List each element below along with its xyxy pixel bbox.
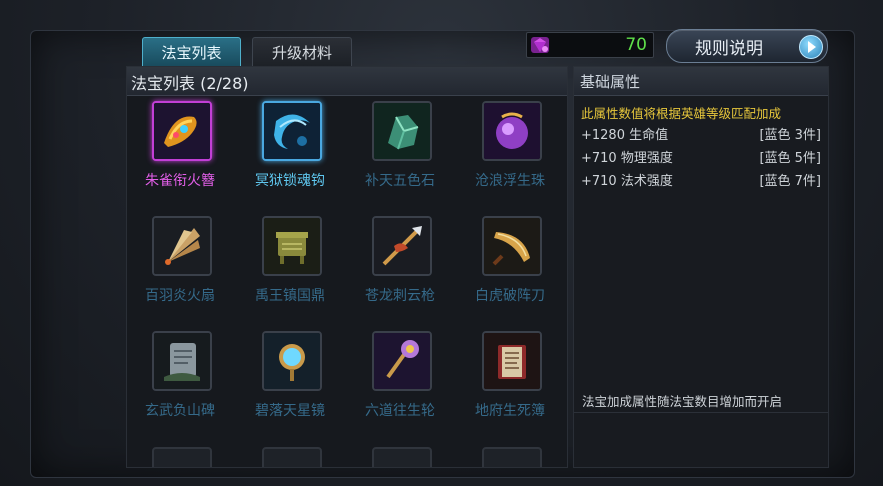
list-header: 法宝列表 (2/28) xyxy=(127,67,567,96)
artifact-name: 苍龙刺云枪 xyxy=(365,288,435,304)
attributes-title: 基础属性 xyxy=(580,73,641,91)
list-title: 法宝列表 (2/28) xyxy=(131,74,249,93)
artifact-item-partial[interactable] xyxy=(372,447,432,467)
soul-hook-icon xyxy=(262,101,322,161)
tab-upgrade-materials[interactable]: 升级材料 xyxy=(252,37,352,68)
rules-button[interactable]: 规则说明 xyxy=(666,29,828,63)
stat-value: +1280 生命值 xyxy=(581,128,669,143)
artifact-grid: 朱雀衔火簪 冥狱锁魂钩 补天五色石 沧浪浮生珠 百羽炎火扇 禹王镇国鼎 苍龙刺云… xyxy=(127,96,567,467)
divider xyxy=(574,412,828,413)
artifact-name: 沧浪浮生珠 xyxy=(475,173,545,189)
stat-requirement: [蓝色 5件] xyxy=(759,151,821,166)
attributes-description: 此属性数值将根据英雄等级匹配加成 xyxy=(581,106,782,121)
star-mirror-icon xyxy=(262,331,322,391)
stone-tablet-icon xyxy=(152,331,212,391)
artifact-name: 玄武负山碑 xyxy=(145,403,215,419)
artifact-item[interactable]: 白虎破阵刀 xyxy=(457,211,567,321)
rebirth-wheel-icon xyxy=(372,331,432,391)
artifact-item-partial[interactable] xyxy=(152,447,212,467)
artifact-name: 百羽炎火扇 xyxy=(145,288,215,304)
pearl-icon xyxy=(482,101,542,161)
book-of-life-icon xyxy=(482,331,542,391)
rules-button-label: 规则说明 xyxy=(695,39,763,59)
artifact-item[interactable]: 玄武负山碑 xyxy=(127,326,237,436)
phoenix-hairpin-icon xyxy=(152,101,212,161)
currency-value: 70 xyxy=(625,35,647,55)
cauldron-icon xyxy=(262,216,322,276)
attributes-footer-note: 法宝加成属性随法宝数目增加而开启 xyxy=(582,394,783,409)
currency-display: 70 xyxy=(526,32,654,58)
artifact-item[interactable]: 碧落天星镜 xyxy=(237,326,347,436)
artifact-name: 补天五色石 xyxy=(365,173,435,189)
artifact-item[interactable]: 沧浪浮生珠 xyxy=(457,96,567,206)
artifact-name: 白虎破阵刀 xyxy=(475,288,545,304)
artifact-item[interactable]: 苍龙刺云枪 xyxy=(347,211,457,321)
artifact-item[interactable]: 六道往生轮 xyxy=(347,326,457,436)
attributes-panel: 基础属性 此属性数值将根据英雄等级匹配加成 +1280 生命值 [蓝色 3件] … xyxy=(573,66,829,468)
artifact-name: 六道往生轮 xyxy=(365,403,435,419)
artifact-list-panel: 法宝列表 (2/28) 朱雀衔火簪 冥狱锁魂钩 补天五色石 沧浪浮生珠 百羽炎火… xyxy=(126,66,568,468)
artifact-item[interactable]: 朱雀衔火簪 xyxy=(127,96,237,206)
artifact-item-partial[interactable] xyxy=(482,447,542,467)
artifact-item[interactable]: 补天五色石 xyxy=(347,96,457,206)
stat-row: +1280 生命值 [蓝色 3件] xyxy=(581,124,821,144)
stat-row: +710 物理强度 [蓝色 5件] xyxy=(581,147,821,167)
artifact-name: 碧落天星镜 xyxy=(255,403,325,419)
artifact-name: 禹王镇国鼎 xyxy=(255,288,325,304)
artifact-name: 朱雀衔火簪 xyxy=(145,173,215,189)
artifact-item-partial[interactable] xyxy=(262,447,322,467)
play-arrow-icon xyxy=(799,35,823,59)
five-color-stone-icon xyxy=(372,101,432,161)
stat-value: +710 法术强度 xyxy=(581,174,673,189)
feather-fan-icon xyxy=(152,216,212,276)
stat-value: +710 物理强度 xyxy=(581,151,673,166)
stat-requirement: [蓝色 7件] xyxy=(759,174,821,189)
artifact-item[interactable]: 冥狱锁魂钩 xyxy=(237,96,347,206)
artifact-item[interactable]: 禹王镇国鼎 xyxy=(237,211,347,321)
tiger-blade-icon xyxy=(482,216,542,276)
artifact-name: 地府生死簿 xyxy=(475,403,545,419)
artifact-name: 冥狱锁魂钩 xyxy=(255,173,325,189)
stat-requirement: [蓝色 3件] xyxy=(759,128,821,143)
tab-artifact-list[interactable]: 法宝列表 xyxy=(142,37,241,68)
artifact-item[interactable]: 百羽炎火扇 xyxy=(127,211,237,321)
gem-icon xyxy=(531,37,549,53)
artifact-item[interactable]: 地府生死簿 xyxy=(457,326,567,436)
dragon-spear-icon xyxy=(372,216,432,276)
stat-row: +710 法术强度 [蓝色 7件] xyxy=(581,170,821,190)
attributes-header: 基础属性 xyxy=(574,67,828,96)
